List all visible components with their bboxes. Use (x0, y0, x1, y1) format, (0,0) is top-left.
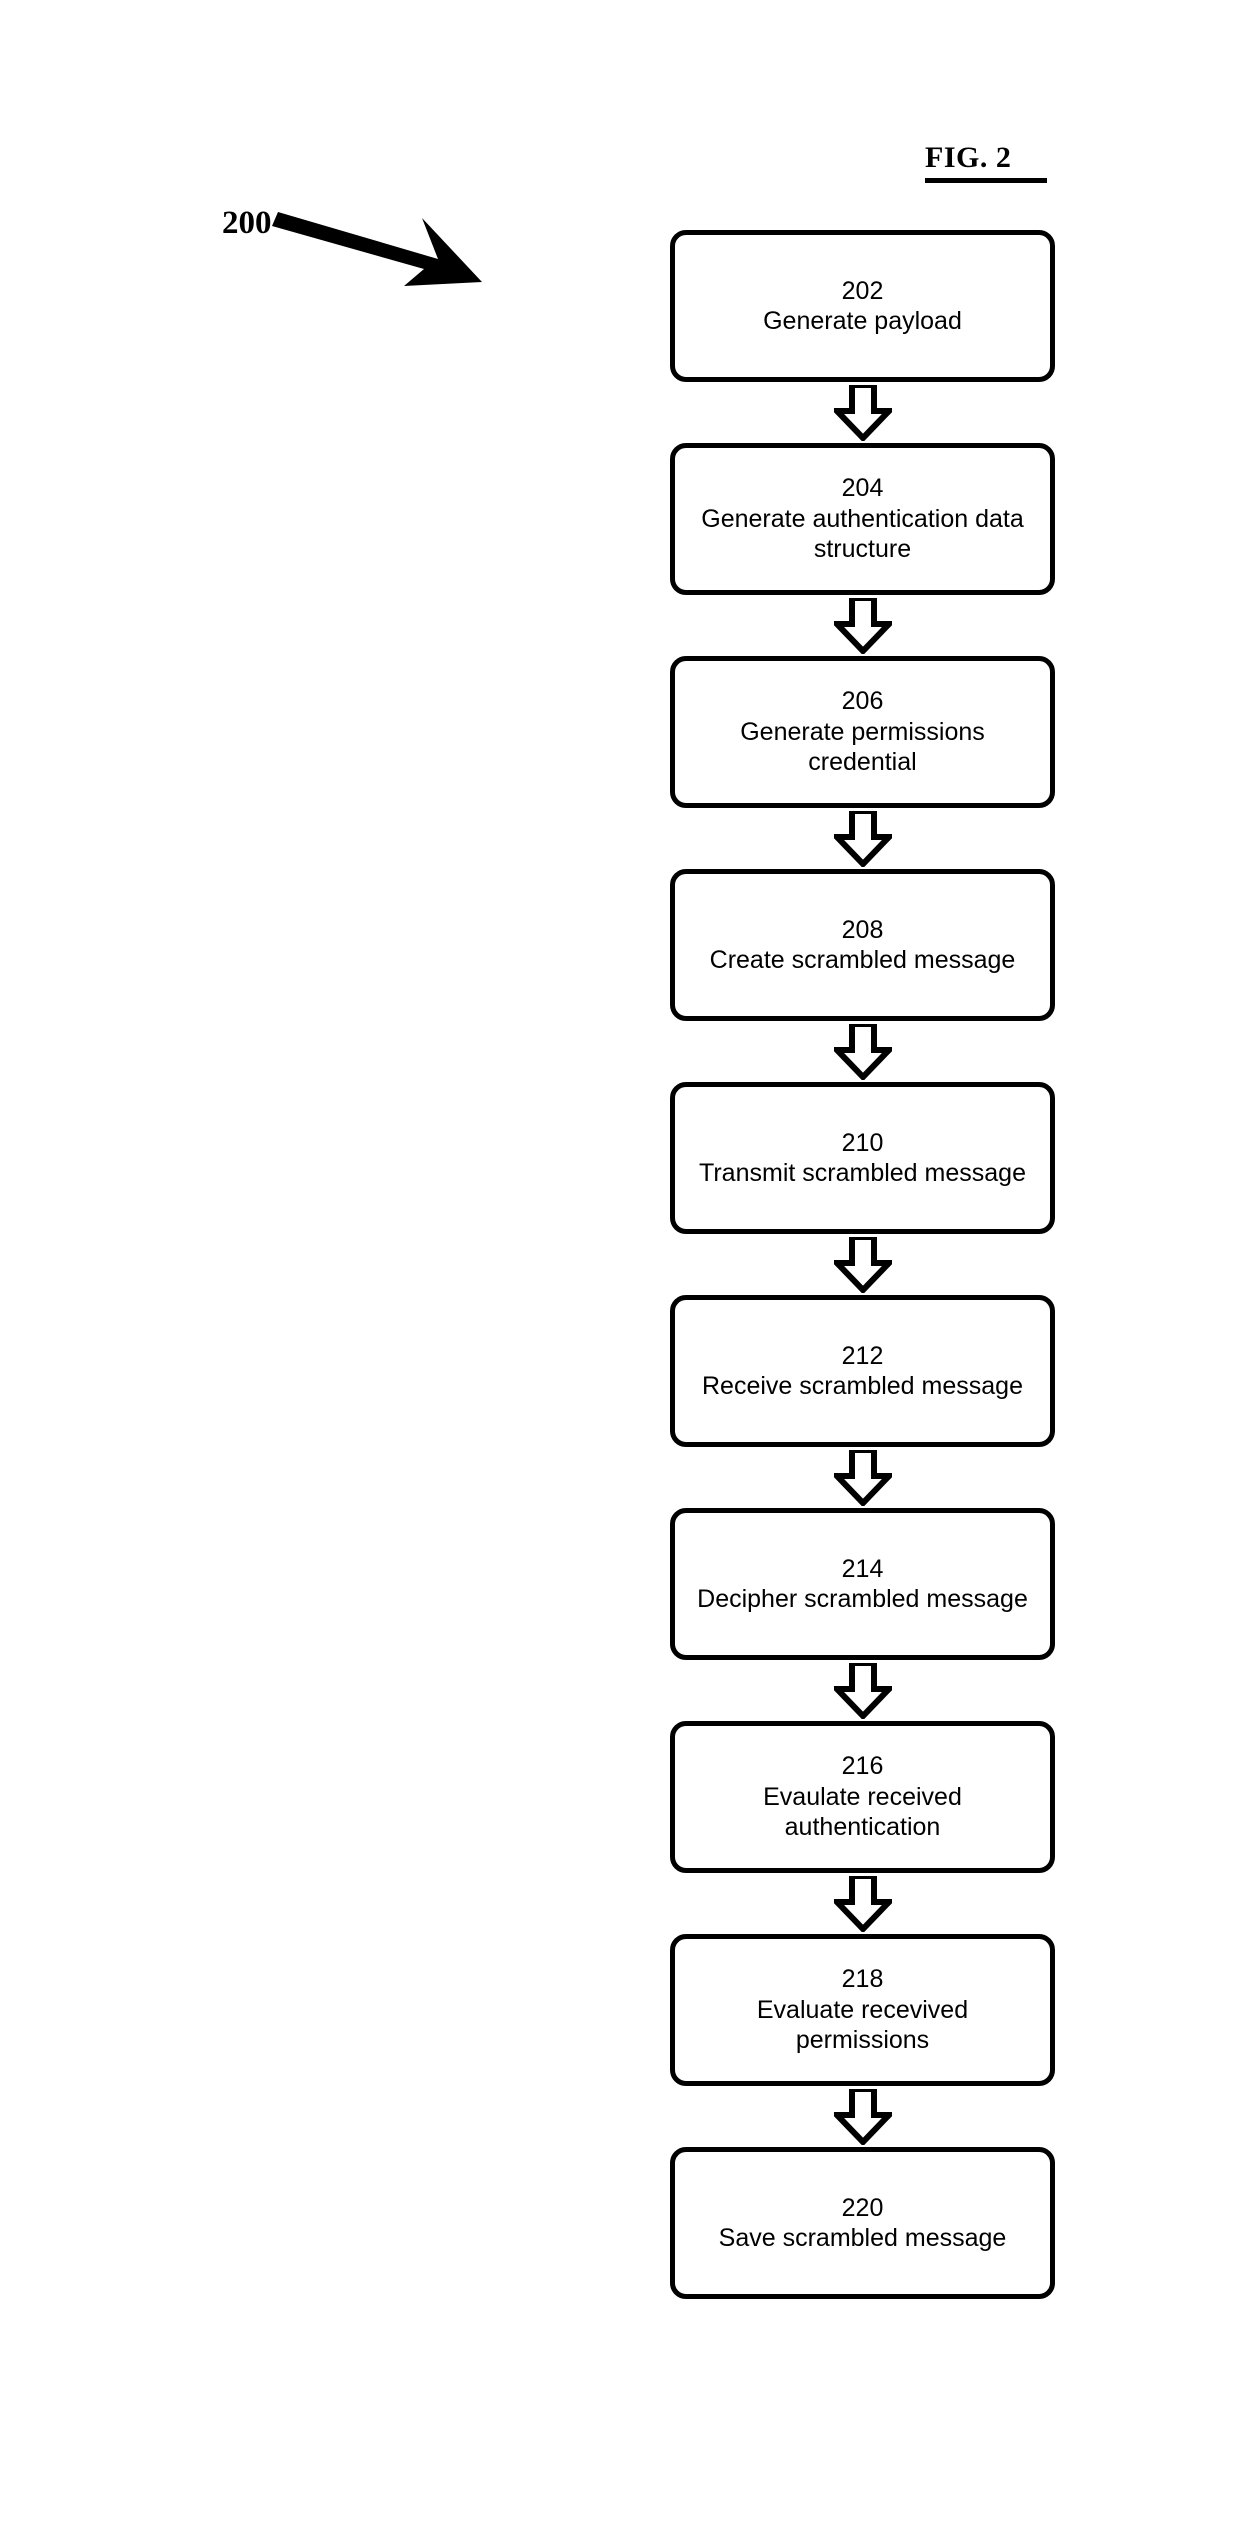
connector-214-216 (670, 1660, 1055, 1721)
flow-node-210[interactable]: 210 Transmit scrambled message (670, 1082, 1055, 1234)
flow-node-number: 220 (841, 2193, 884, 2222)
down-block-arrow-icon (833, 810, 892, 867)
flow-node-216[interactable]: 216 Evaulate received authentication (670, 1721, 1055, 1873)
flow-node-label: Generate permissions credential (740, 717, 985, 777)
down-block-arrow-icon (833, 597, 892, 654)
flow-node-label: Save scrambled message (718, 2224, 1007, 2252)
connector-202-204 (670, 382, 1055, 443)
flow-node-number: 216 (841, 1752, 884, 1781)
flow-node-label: Generate authentication data structure (701, 504, 1024, 564)
flow-node-label: Evaulate received authentication (763, 1782, 962, 1842)
lead-line-arrow-icon (272, 212, 482, 286)
flow-node-number: 210 (841, 1128, 884, 1157)
flow-node-number: 212 (841, 1341, 884, 1370)
flow-node-202[interactable]: 202 Generate payload (670, 230, 1055, 382)
reference-numeral-200: 200 (222, 205, 272, 241)
down-block-arrow-icon (833, 1023, 892, 1080)
flow-node-label: Create scrambled message (709, 946, 1016, 974)
flow-node-204[interactable]: 204 Generate authentication data structu… (670, 443, 1055, 595)
down-block-arrow-icon (833, 384, 892, 441)
flow-node-220[interactable]: 220 Save scrambled message (670, 2147, 1055, 2299)
connector-208-210 (670, 1021, 1055, 1082)
down-block-arrow-icon (833, 1662, 892, 1719)
down-block-arrow-icon (833, 1875, 892, 1932)
flow-node-number: 206 (841, 687, 884, 716)
flow-node-label: Generate payload (763, 307, 962, 335)
down-block-arrow-icon (833, 2088, 892, 2145)
flow-node-label: Transmit scrambled message (699, 1159, 1026, 1187)
flow-node-206[interactable]: 206 Generate permissions credential (670, 656, 1055, 808)
flow-node-number: 208 (841, 915, 884, 944)
flow-node-number: 214 (841, 1554, 884, 1583)
connector-204-206 (670, 595, 1055, 656)
flow-node-number: 218 (841, 1965, 884, 1994)
connector-206-208 (670, 808, 1055, 869)
down-block-arrow-icon (833, 1449, 892, 1506)
flow-node-214[interactable]: 214 Decipher scrambled message (670, 1508, 1055, 1660)
flow-node-212[interactable]: 212 Receive scrambled message (670, 1295, 1055, 1447)
flow-node-208[interactable]: 208 Create scrambled message (670, 869, 1055, 1021)
connector-216-218 (670, 1873, 1055, 1934)
figure-title-underline (925, 178, 1047, 183)
flow-node-label: Evaluate recevived permissions (756, 1995, 969, 2055)
flow-node-number: 204 (841, 474, 884, 503)
flow-node-label: Decipher scrambled message (697, 1585, 1028, 1613)
connector-210-212 (670, 1234, 1055, 1295)
flow-node-number: 202 (841, 276, 884, 305)
figure-title: FIG. 2 (925, 141, 1012, 174)
connector-212-214 (670, 1447, 1055, 1508)
connector-218-220 (670, 2086, 1055, 2147)
flow-node-label: Receive scrambled message (702, 1372, 1023, 1400)
figure-page: FIG. 2 200 202 Generate payload 204 Gene… (0, 0, 1240, 2542)
flowchart-column: 202 Generate payload 204 Generate authen… (670, 230, 1055, 2299)
flow-node-218[interactable]: 218 Evaluate recevived permissions (670, 1934, 1055, 2086)
down-block-arrow-icon (833, 1236, 892, 1293)
